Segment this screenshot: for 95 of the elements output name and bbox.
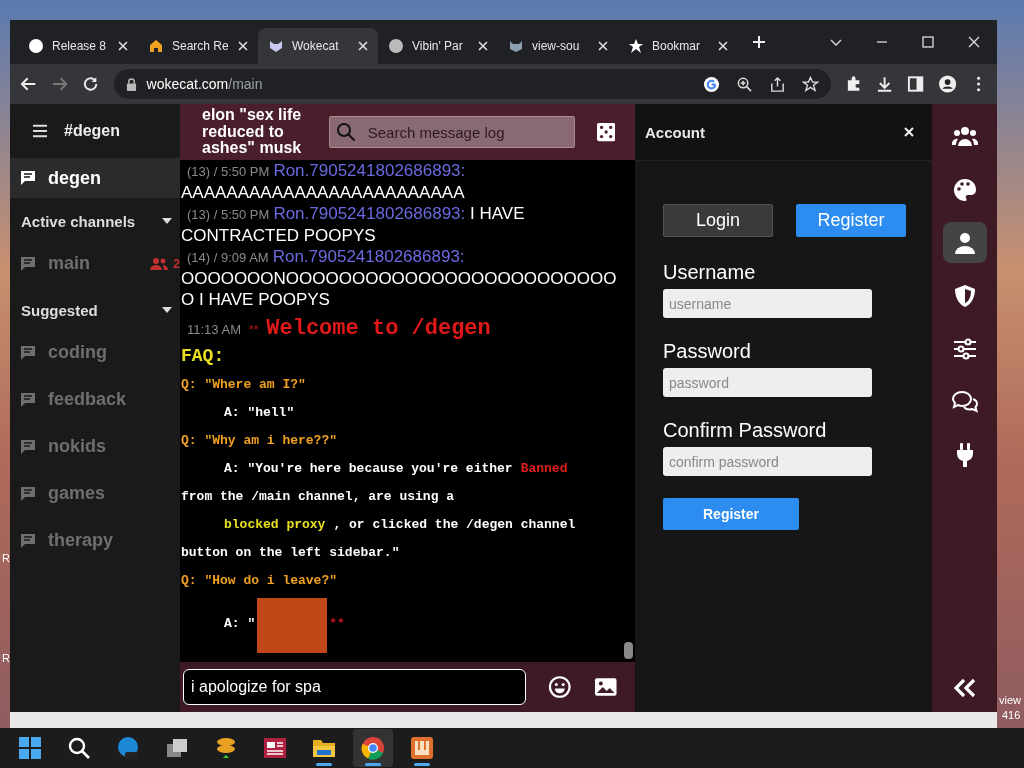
panel-title: Account [645, 123, 705, 141]
chat-bubble-icon [20, 344, 36, 361]
side-panel-icon[interactable] [907, 75, 925, 93]
chat-bubble-icon [20, 438, 36, 455]
chat-bubble-icon [20, 170, 36, 186]
share-icon[interactable] [769, 75, 786, 93]
site-icon [388, 38, 404, 54]
browser-tab[interactable]: Search Re [138, 28, 258, 64]
browser-tab[interactable]: Vibin' Par [378, 28, 498, 64]
scrollbar-thumb[interactable] [624, 642, 633, 659]
browser-tab[interactable]: Bookmar [618, 28, 738, 64]
lock-icon [125, 77, 137, 91]
site-icon [28, 38, 44, 54]
reload-icon[interactable] [82, 75, 100, 93]
faq-answer: Banned [520, 460, 568, 476]
chat-bubble-icon [20, 485, 36, 502]
field-label: Confirm Password [663, 419, 827, 442]
browser-tab[interactable]: Release 8 [18, 28, 138, 64]
desktop-label: view [999, 694, 1021, 706]
address-bar[interactable]: wokecat.com/main [113, 69, 831, 99]
close-icon[interactable] [904, 127, 914, 137]
marker-text: ** [248, 323, 259, 337]
profile-icon[interactable] [938, 75, 956, 93]
emoji-icon[interactable] [548, 675, 572, 699]
close-icon[interactable] [238, 41, 248, 51]
close-icon[interactable] [118, 41, 128, 51]
browser-tab[interactable]: view-sou [498, 28, 618, 64]
forward-arrow-icon[interactable] [51, 75, 69, 93]
faq-answer: blocked proxy [224, 516, 326, 532]
site-icon [508, 38, 524, 54]
photo-placeholder [257, 598, 328, 653]
site-icon [148, 38, 164, 54]
browser-tab[interactable]: Wokecat [258, 28, 378, 64]
caret-icon [162, 218, 172, 224]
g-logo-icon[interactable] [703, 75, 720, 93]
faq-answer: A: "hell" [224, 404, 295, 420]
menu-icon[interactable] [32, 124, 48, 138]
channel-item[interactable]: degen [10, 158, 180, 198]
chrome-icon[interactable] [353, 729, 393, 767]
image-icon[interactable] [593, 675, 617, 699]
channel-title: #degen [64, 122, 120, 140]
faq-question: Q: "Where am I?" [181, 376, 306, 392]
chat-message: (13) / 5:50 PM Ron.7905241802686893: I HAVE CONTRACTED POOPYS [181, 203, 526, 246]
user-count: 2 [149, 256, 180, 271]
new-tab-icon[interactable] [752, 35, 766, 49]
search-field[interactable]: Search message log [365, 122, 568, 142]
double-chevron-icon[interactable] [953, 678, 976, 698]
input-field[interactable]: username [663, 289, 872, 318]
search-field[interactable]: Search message log [328, 116, 575, 148]
input-field[interactable]: confirm password [663, 447, 872, 476]
message-time: 11:13 AM [187, 322, 241, 337]
site-icon [268, 38, 284, 54]
maximize-icon[interactable] [921, 35, 935, 49]
desktop-label: R [2, 552, 10, 564]
users-icon [149, 256, 170, 271]
star-icon[interactable] [802, 75, 819, 93]
faq-answer: A: " [224, 616, 256, 631]
section-header[interactable]: Active channels [10, 202, 180, 240]
faq-answer: ** [329, 616, 345, 631]
chat-bubble-icon [20, 255, 36, 272]
close-icon[interactable] [358, 41, 368, 51]
input-field[interactable]: password [663, 368, 872, 397]
download-icon[interactable] [876, 75, 894, 93]
user-icon[interactable] [942, 222, 987, 263]
faq-answer: , or clicked the /degen channel [333, 516, 576, 532]
chat-message: (13) / 5:50 PM Ron.7905241802686893: AAAAAAAAAAAAAAAAAAAAAAAAA [181, 160, 467, 203]
chat-bubble-icon [20, 532, 36, 549]
url-text: wokecat.com/main [146, 76, 263, 92]
faq-question: Q: "How do i leave?" [181, 572, 338, 588]
auth-tab[interactable]: Login [663, 204, 773, 237]
search-icon [335, 122, 356, 142]
welcome-title: Welcome to /degen [266, 316, 491, 341]
chat-message: (14) / 9:09 AM Ron.7905241802686893: OOOOOOONOOOOOOOOOOOOOOOOOOOOOOOOOO I HAVE POOPYS [181, 246, 618, 310]
message-input[interactable]: i apologize for spa [183, 669, 526, 705]
desktop-label: 416 [1002, 709, 1021, 721]
dice-icon[interactable] [596, 122, 615, 142]
faq-answer: A: "You're here because you're either [224, 460, 513, 476]
back-arrow-icon[interactable] [20, 75, 38, 93]
desktop-label: R [2, 652, 10, 664]
caret-icon [162, 307, 172, 313]
section-header[interactable]: Suggested [10, 291, 180, 329]
faq-answer: from the /main channel, are using a [181, 488, 455, 504]
site-icon [628, 38, 644, 54]
field-label: Username [663, 261, 756, 284]
chat-bubble-icon [20, 391, 36, 408]
close-icon[interactable] [967, 35, 981, 49]
zoom-icon[interactable] [736, 75, 753, 93]
close-icon[interactable] [718, 41, 728, 51]
close-icon[interactable] [478, 41, 488, 51]
faq-answer: button on the left sidebar." [181, 544, 400, 560]
field-label: Password [663, 340, 751, 363]
channel-topic: elon "sex life reduced to ashes" musk [202, 107, 303, 157]
faq-question: Q: "Why am i here??" [181, 432, 338, 448]
faq-heading: FAQ: [181, 346, 225, 366]
close-icon[interactable] [598, 41, 608, 51]
